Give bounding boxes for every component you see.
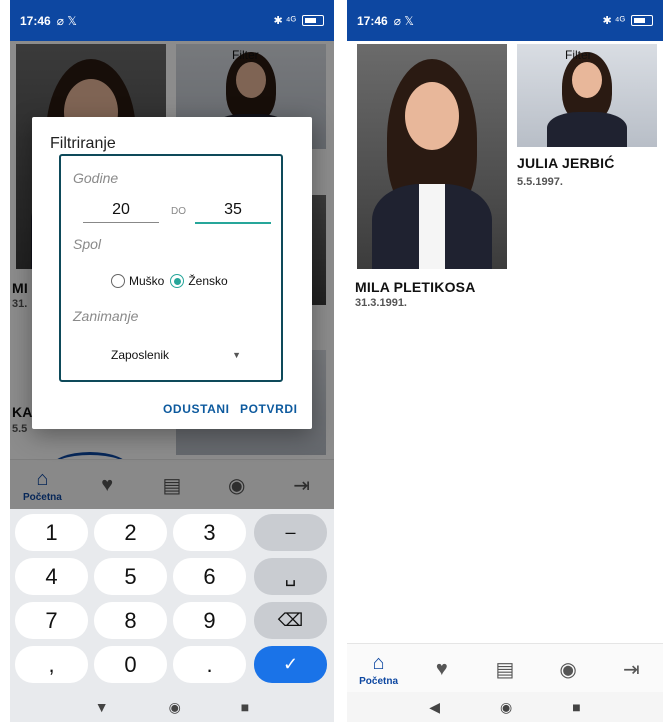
battery-icon bbox=[631, 15, 653, 26]
key-0[interactable]: 0 bbox=[94, 646, 167, 683]
card-date: 5.5.1997. bbox=[517, 176, 563, 188]
home-circle-icon[interactable]: ◉ bbox=[169, 699, 181, 716]
profile-photo[interactable] bbox=[357, 44, 507, 269]
nav-home-label: Početna bbox=[359, 675, 399, 687]
phone-left: 17:46 ⌀ 𝕏 ✱ ⁴ᴳ Filter MI 31. KA 5.5 ⌂ Poče… bbox=[10, 0, 334, 722]
age-label: Godine bbox=[73, 170, 119, 186]
nav-favorites[interactable]: ♥ bbox=[417, 658, 467, 681]
bottom-navigation: ⌂ Početna ♥ ▤ ◉ ⇥ bbox=[347, 643, 663, 694]
numeric-keyboard: 1 2 3 – 4 5 6 ␣ 7 8 9 ⌫ , 0 . ✓ bbox=[10, 509, 334, 692]
recents-icon[interactable]: ■ bbox=[241, 699, 249, 715]
gender-label: Spol bbox=[73, 236, 102, 252]
dialog-title: Filtriranje bbox=[50, 135, 116, 152]
dropdown-arrow-icon: ▼ bbox=[232, 350, 241, 360]
heart-icon: ♥ bbox=[435, 657, 448, 680]
system-navigation: ◀ ◉ ■ bbox=[347, 692, 663, 722]
occupation-label: Zanimanje bbox=[73, 308, 139, 324]
key-dot[interactable]: . bbox=[173, 646, 246, 683]
key-6[interactable]: 6 bbox=[173, 558, 246, 595]
radio-male-label[interactable]: Muško bbox=[129, 274, 164, 288]
nav-home[interactable]: ⌂ Početna bbox=[354, 652, 404, 687]
radio-female[interactable] bbox=[170, 274, 185, 288]
home-icon: ⌂ bbox=[372, 651, 385, 674]
status-bar: 17:46 ⌀ 𝕏 ✱ ⁴ᴳ bbox=[10, 0, 334, 41]
back-icon[interactable]: ◀ bbox=[429, 699, 440, 716]
system-navigation: ▼ ◉ ■ bbox=[10, 692, 334, 722]
status-time: 17:46 bbox=[20, 13, 51, 28]
message-icon: ▤ bbox=[495, 658, 515, 681]
radio-male[interactable] bbox=[111, 274, 125, 288]
key-space[interactable]: ␣ bbox=[254, 558, 327, 595]
status-notification-icons: ⌀ 𝕏 bbox=[393, 13, 414, 28]
age-to-input[interactable] bbox=[195, 198, 271, 224]
status-signal-icons: ✱ ⁴ᴳ bbox=[273, 15, 296, 27]
card-date: 31.3.1991. bbox=[355, 297, 407, 309]
radio-female-label[interactable]: Žensko bbox=[188, 274, 227, 288]
filter-label[interactable]: Filter bbox=[565, 48, 592, 62]
key-minus[interactable]: – bbox=[254, 514, 327, 551]
status-time: 17:46 bbox=[357, 13, 388, 28]
phone-right: 17:46 ⌀ 𝕏 ✱ ⁴ᴳ MILA PLETIKOSA 31.3.1991. … bbox=[347, 0, 663, 722]
key-5[interactable]: 5 bbox=[94, 558, 167, 595]
key-7[interactable]: 7 bbox=[15, 602, 88, 639]
key-backspace[interactable]: ⌫ bbox=[254, 602, 327, 639]
key-9[interactable]: 9 bbox=[173, 602, 246, 639]
back-icon[interactable]: ▼ bbox=[95, 699, 109, 715]
logout-icon: ⇥ bbox=[622, 658, 640, 681]
status-bar: 17:46 ⌀ 𝕏 ✱ ⁴ᴳ bbox=[347, 0, 663, 41]
occupation-value: Zaposlenik bbox=[111, 348, 170, 362]
age-from-input[interactable] bbox=[83, 198, 159, 223]
key-4[interactable]: 4 bbox=[15, 558, 88, 595]
confirm-button[interactable]: POTVRDI bbox=[240, 402, 298, 416]
occupation-select[interactable]: Zaposlenik ▼ bbox=[111, 348, 241, 362]
gender-radio-group: Muško Žensko bbox=[111, 274, 228, 288]
key-8[interactable]: 8 bbox=[94, 602, 167, 639]
key-2[interactable]: 2 bbox=[94, 514, 167, 551]
card-name[interactable]: JULIA JERBIĆ bbox=[517, 155, 615, 171]
filter-form: Godine DO Spol Muško Žensko Zanimanje Za… bbox=[59, 154, 283, 382]
card-name[interactable]: MILA PLETIKOSA bbox=[355, 279, 476, 295]
key-3[interactable]: 3 bbox=[173, 514, 246, 551]
key-comma[interactable]: , bbox=[15, 646, 88, 683]
filter-dialog: Filtriranje Godine DO Spol Muško Žensko … bbox=[32, 117, 312, 429]
account-icon: ◉ bbox=[559, 658, 577, 681]
cancel-button[interactable]: ODUSTANI bbox=[163, 402, 230, 416]
status-signal-icons: ✱ ⁴ᴳ bbox=[602, 15, 625, 27]
key-1[interactable]: 1 bbox=[15, 514, 88, 551]
age-separator: DO bbox=[171, 206, 186, 217]
recents-icon[interactable]: ■ bbox=[572, 699, 580, 715]
nav-profile[interactable]: ◉ bbox=[543, 657, 593, 682]
status-notification-icons: ⌀ 𝕏 bbox=[56, 13, 77, 28]
nav-messages[interactable]: ▤ bbox=[480, 657, 530, 682]
home-circle-icon[interactable]: ◉ bbox=[500, 699, 512, 716]
key-done[interactable]: ✓ bbox=[254, 646, 327, 683]
nav-logout[interactable]: ⇥ bbox=[606, 657, 656, 682]
battery-icon bbox=[302, 15, 324, 26]
